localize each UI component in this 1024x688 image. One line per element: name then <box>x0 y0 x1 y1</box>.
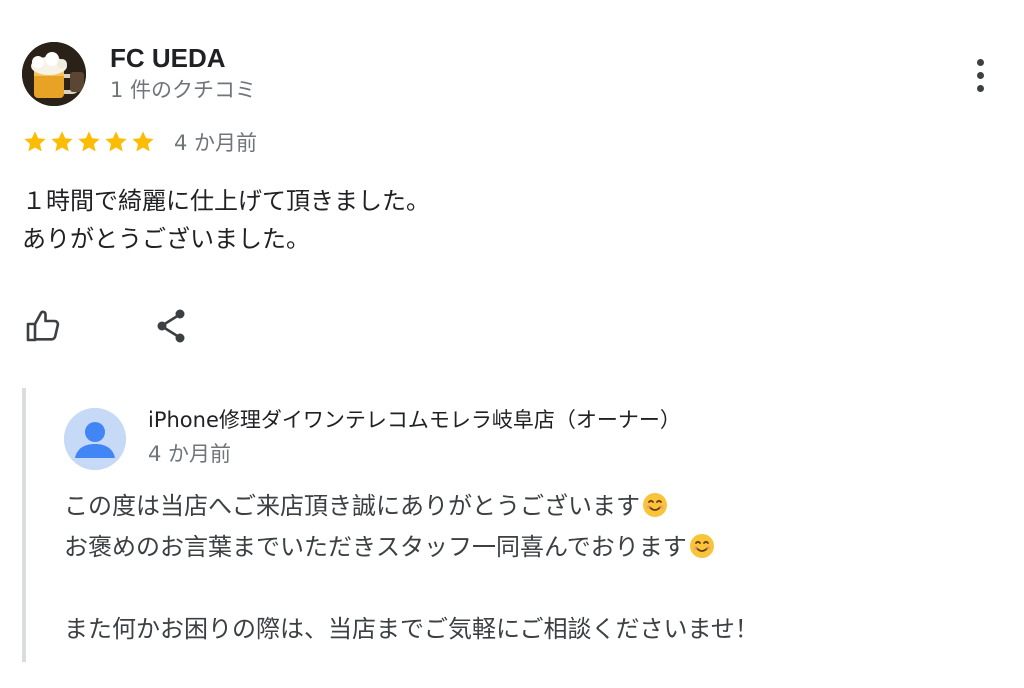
default-person-avatar-icon <box>64 408 126 470</box>
star-icon <box>78 131 100 152</box>
more-vert-icon-dot <box>976 84 984 92</box>
reply-text: この度は当店へご来店頂き誠にありがとうございます お褒めのお言葉までいただきスタ… <box>64 486 954 650</box>
star-icon <box>132 131 154 152</box>
reply-line: この度は当店へご来店頂き誠にありがとうございます <box>64 486 954 527</box>
owner-reply: iPhone修理ダイワンテレコムモレラ岐阜店（オーナー） 4 か月前 この度は当… <box>22 388 966 662</box>
review-text: １時間で綺麗に仕上げて頂きました。 ありがとうございました。 <box>22 187 430 253</box>
smiling-face-emoji-icon <box>689 534 714 558</box>
star-icon <box>51 131 73 152</box>
star-rating <box>22 129 156 155</box>
review-time: 4 か月前 <box>174 131 258 155</box>
thumb-up-icon <box>26 310 60 342</box>
share-button[interactable] <box>152 306 192 346</box>
more-vert-icon-dot <box>976 71 984 79</box>
author-name[interactable]: FC UEDA <box>110 42 226 74</box>
more-options-button[interactable] <box>964 55 996 95</box>
like-button[interactable] <box>22 306 62 346</box>
share-icon <box>157 309 185 343</box>
reply-time: 4 か月前 <box>148 442 232 466</box>
star-icon <box>105 131 127 152</box>
author-review-count[interactable]: 1 件のクチコミ <box>110 76 256 104</box>
author-avatar[interactable] <box>22 42 86 106</box>
star-icon <box>24 131 46 152</box>
more-vert-icon-dot <box>976 58 984 66</box>
reply-line-blank <box>64 568 954 609</box>
smiling-face-emoji-icon <box>643 493 667 517</box>
review-card: FC UEDA 1 件のクチコミ 4 か月前 １時間で綺麗に仕上げて頂きました。… <box>0 0 1024 688</box>
reply-line: お褒めのお言葉までいただきスタッフ一同喜んでおります <box>64 527 954 568</box>
reply-line: また何かお困りの際は、当店までご気軽にご相談くださいませ！ <box>64 615 759 643</box>
owner-avatar <box>64 408 126 470</box>
owner-name: iPhone修理ダイワンテレコムモレラ岐阜店（オーナー） <box>148 408 681 432</box>
beer-mug-avatar-icon <box>22 42 86 106</box>
